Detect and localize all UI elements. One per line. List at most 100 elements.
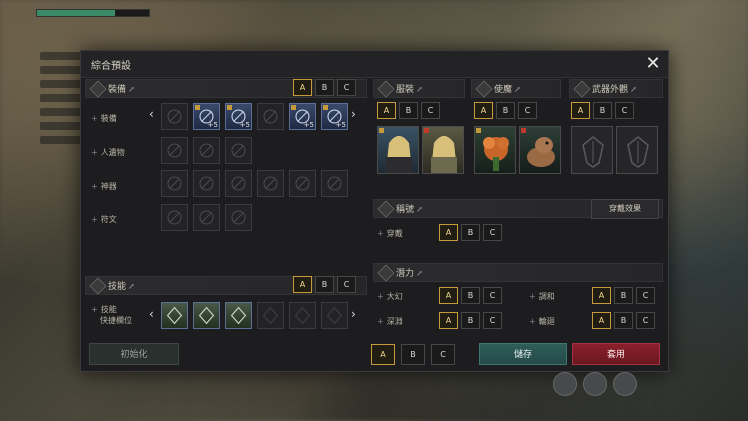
servant-preset-tabs: A B C [474, 102, 537, 119]
gear-next-arrow[interactable]: › [351, 107, 356, 121]
close-icon[interactable]: ✕ [644, 55, 662, 73]
costume-title: 服裝 [396, 85, 415, 95]
tree-slot[interactable] [193, 170, 220, 197]
external-link-icon[interactable]: ↗ [128, 282, 135, 291]
skill-slot[interactable] [225, 302, 252, 329]
stat-4-preset-b[interactable]: B [614, 312, 633, 329]
weapon-appearance-preset-a[interactable]: A [571, 102, 590, 119]
skills-preset-c[interactable]: C [337, 276, 356, 293]
potential-section-icon [377, 264, 395, 282]
footer-preset-a[interactable]: A [371, 344, 395, 365]
lotus-slot[interactable] [161, 170, 188, 197]
weapon-appearance-preset-c[interactable]: C [615, 102, 634, 119]
stat-3-preset-b[interactable]: B [461, 312, 480, 329]
stat-1-preset-b[interactable]: B [461, 287, 480, 304]
servant-portrait-2[interactable] [519, 126, 561, 174]
weapon-appearance-preset-b[interactable]: B [593, 102, 612, 119]
stat-row-2-tabs: A B C [592, 287, 655, 304]
stat-2-preset-a[interactable]: A [592, 287, 611, 304]
stat-row-label-4: + 輪廻 [529, 317, 555, 326]
hotbar-skill-1[interactable] [553, 372, 577, 396]
external-link-icon[interactable]: ↗ [514, 85, 521, 94]
stat-3-preset-c[interactable]: C [483, 312, 502, 329]
enhance-level: +5 [239, 121, 250, 129]
skill-slot[interactable] [161, 302, 188, 329]
skill-slot[interactable] [193, 302, 220, 329]
stat-4-preset-a[interactable]: A [592, 312, 611, 329]
urn-slot[interactable] [321, 170, 348, 197]
skill-slot[interactable] [321, 302, 348, 329]
costume-preset-b[interactable]: B [399, 102, 418, 119]
stat-1-preset-c[interactable]: C [483, 287, 502, 304]
costume-portrait-1[interactable] [377, 126, 419, 174]
skill-slot[interactable] [289, 302, 316, 329]
aries-slot[interactable] [225, 204, 252, 231]
footer-preset-c[interactable]: C [431, 344, 455, 365]
book-slot[interactable] [289, 170, 316, 197]
title-preset-b[interactable]: B [461, 224, 480, 241]
external-link-icon[interactable]: ↗ [128, 85, 135, 94]
external-link-icon[interactable]: ↗ [416, 205, 423, 214]
external-link-icon[interactable]: ↗ [630, 85, 637, 94]
stat-row-3-tabs: A B C [439, 312, 502, 329]
weapon-appearance-title: 武器外觀 [592, 85, 629, 95]
relic-row-label: + 人遺物 [91, 148, 125, 157]
skills-prev-arrow[interactable]: ‹ [149, 307, 154, 321]
external-link-icon[interactable]: ↗ [416, 85, 423, 94]
skills-preset-b[interactable]: B [315, 276, 334, 293]
servant-preset-c[interactable]: C [518, 102, 537, 119]
skills-preset-tabs: A B C [293, 276, 356, 293]
gear-prev-arrow[interactable]: ‹ [149, 107, 154, 121]
skill-slot[interactable] [257, 302, 284, 329]
artifact-row-label: + 神器 [91, 182, 117, 191]
external-link-icon[interactable]: ↗ [416, 269, 423, 278]
apply-button[interactable]: 套用 [572, 343, 660, 365]
preset-dialog: 綜合預設 ✕ 裝備 ↗ A B C + 裝備 ‹ › + 人遺物 + 神器 + 符文 技能… [80, 50, 669, 372]
save-button[interactable]: 儲存 [479, 343, 567, 365]
hotbar-skill-2[interactable] [583, 372, 607, 396]
skills-section-icon [89, 277, 107, 295]
equipment-preset-a[interactable]: A [293, 79, 312, 96]
hotbar-skill-3[interactable] [613, 372, 637, 396]
equipment-preset-b[interactable]: B [315, 79, 334, 96]
bow-slot[interactable] [161, 103, 188, 130]
servant-preset-b[interactable]: B [496, 102, 515, 119]
stat-1-preset-a[interactable]: A [439, 287, 458, 304]
costume-preset-a[interactable]: A [377, 102, 396, 119]
taurus-slot[interactable] [193, 204, 220, 231]
servant-section-icon [475, 80, 493, 98]
compass-slot[interactable] [193, 137, 220, 164]
skills-next-arrow[interactable]: › [351, 307, 356, 321]
weapon-slot-1[interactable] [571, 126, 613, 174]
title-section-title: 稱號 [396, 205, 415, 215]
bell-slot[interactable] [257, 170, 284, 197]
pants-slot[interactable]: +5 [289, 103, 316, 130]
chestplate-slot[interactable]: +5 [225, 103, 252, 130]
stat-2-preset-c[interactable]: C [636, 287, 655, 304]
title-preset-c[interactable]: C [483, 224, 502, 241]
feather-slot[interactable] [161, 137, 188, 164]
stat-3-preset-a[interactable]: A [439, 312, 458, 329]
servant-preset-a[interactable]: A [474, 102, 493, 119]
gloves-slot[interactable] [257, 103, 284, 130]
spiral-slot[interactable] [225, 137, 252, 164]
stat-2-preset-b[interactable]: B [614, 287, 633, 304]
weapon-slot-2[interactable] [616, 126, 658, 174]
costume-preset-c[interactable]: C [421, 102, 440, 119]
title-wear-label: + 穿戴 [377, 229, 403, 238]
sword-slot[interactable] [225, 170, 252, 197]
costume-portrait-2[interactable] [422, 126, 464, 174]
footer-preset-b[interactable]: B [401, 344, 425, 365]
leo-slot[interactable] [161, 204, 188, 231]
stat-row-label-1: + 大幻 [377, 292, 403, 301]
helmet-slot[interactable]: +5 [193, 103, 220, 130]
reset-button[interactable]: 初始化 [89, 343, 179, 365]
skills-preset-a[interactable]: A [293, 276, 312, 293]
stat-4-preset-c[interactable]: C [636, 312, 655, 329]
boots-slot[interactable]: +5 [321, 103, 348, 130]
title-preset-a[interactable]: A [439, 224, 458, 241]
skills-title: 技能 [108, 282, 127, 292]
equipment-preset-c[interactable]: C [337, 79, 356, 96]
wear-effect-button[interactable]: 穿戴效果 [591, 199, 659, 219]
servant-portrait-1[interactable] [474, 126, 516, 174]
